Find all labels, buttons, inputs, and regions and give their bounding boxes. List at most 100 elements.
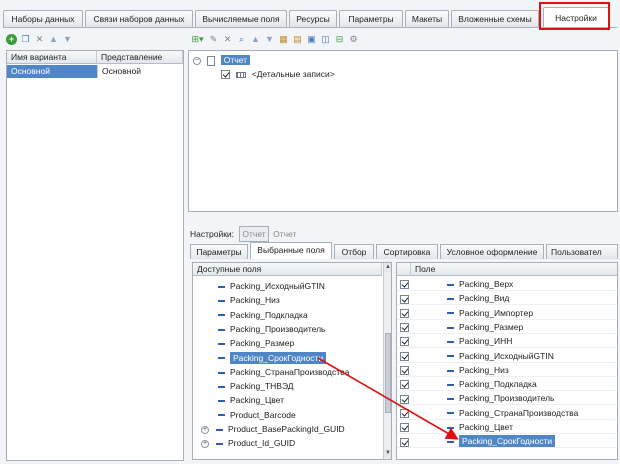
- column-header-presentation[interactable]: Представление: [97, 51, 183, 64]
- selected-field-item[interactable]: Packing_ИсходныйGTIN: [397, 349, 617, 363]
- scroll-up-icon[interactable]: ▲: [384, 263, 391, 272]
- move-up-icon[interactable]: ▲: [250, 34, 261, 45]
- expand-icon[interactable]: +: [201, 440, 209, 449]
- tree-node-detail-records[interactable]: <Детальные записи>: [221, 67, 335, 81]
- available-field-item[interactable]: Packing_СтранаПроизводства: [193, 365, 382, 379]
- field-icon: [218, 357, 225, 360]
- available-field-item[interactable]: Packing_Размер: [193, 336, 382, 350]
- find-icon[interactable]: ⌕: [236, 34, 247, 45]
- checkbox-icon[interactable]: [399, 408, 409, 418]
- selected-fields-check-header: [397, 263, 411, 276]
- tab-selected-fields[interactable]: Выбранные поля: [250, 242, 332, 259]
- selected-field-item[interactable]: Packing_Подкладка: [397, 377, 617, 392]
- checkbox-icon[interactable]: [399, 294, 409, 304]
- scroll-thumb[interactable]: [385, 333, 391, 413]
- tab-filter[interactable]: Отбор: [334, 244, 374, 259]
- selected-field-item[interactable]: Packing_Импортер: [397, 306, 617, 320]
- tab-resources[interactable]: Ресурсы: [289, 10, 337, 27]
- settings-value-report-link[interactable]: Отчет: [273, 229, 296, 239]
- checkbox-icon[interactable]: [399, 337, 409, 347]
- available-field-item[interactable]: Packing_Низ: [193, 293, 382, 307]
- field-icon: [447, 298, 454, 301]
- field-icon: [447, 340, 454, 343]
- tree-node-detail-label: <Детальные записи>: [251, 69, 335, 79]
- report-icon[interactable]: ◫: [320, 34, 331, 45]
- settings-label: Настройки:: [190, 229, 235, 239]
- available-fields-header[interactable]: Доступные поля: [193, 263, 382, 276]
- collapse-icon[interactable]: −: [193, 56, 201, 65]
- selected-field-item[interactable]: Packing_Размер: [397, 320, 617, 334]
- selected-field-label: Packing_Вид: [459, 293, 510, 304]
- top-tab-bar: Наборы данных Связи наборов данных Вычис…: [3, 4, 617, 28]
- selected-field-item[interactable]: Packing_Производитель: [397, 391, 617, 406]
- add-grouping-icon[interactable]: ⊞▾: [190, 34, 205, 45]
- delete-icon[interactable]: ✕: [34, 34, 45, 45]
- tab-layouts[interactable]: Макеты: [405, 10, 449, 27]
- selected-field-checkbox-cell: [397, 391, 411, 405]
- selected-field-item[interactable]: Packing_Вид: [397, 291, 617, 306]
- available-field-item[interactable]: Packing_Подкладка: [193, 308, 382, 322]
- available-field-label: Packing_ИсходныйGTIN: [230, 281, 325, 291]
- selected-field-item[interactable]: Packing_Верх: [397, 277, 617, 291]
- variant-name-cell[interactable]: Основной: [7, 65, 97, 78]
- checkbox-icon[interactable]: [221, 70, 230, 80]
- available-fields-scrollbar[interactable]: ▲ ▼: [383, 263, 391, 459]
- tab-parameters[interactable]: Параметры: [339, 10, 403, 27]
- available-field-item[interactable]: + Product_Id_GUID: [193, 436, 382, 450]
- selected-field-label: Packing_Верх: [459, 279, 514, 289]
- tab-conditional-formatting[interactable]: Условное оформление: [440, 244, 544, 259]
- checkbox-icon[interactable]: [399, 280, 409, 290]
- columns-icon[interactable]: ⊟: [334, 34, 345, 45]
- tab-calculated-fields[interactable]: Вычисляемые поля: [195, 10, 287, 27]
- move-up-icon[interactable]: ▲: [48, 34, 59, 45]
- settings-view-icon[interactable]: ⚙: [348, 34, 359, 45]
- checkbox-icon[interactable]: [399, 437, 409, 447]
- checkbox-icon[interactable]: [399, 323, 409, 333]
- properties-icon[interactable]: ▣: [306, 34, 317, 45]
- available-field-item[interactable]: Packing_ТНВЭД: [193, 379, 382, 393]
- checkbox-icon[interactable]: [399, 351, 409, 361]
- tab-datasets[interactable]: Наборы данных: [3, 10, 83, 27]
- add-icon[interactable]: +: [6, 33, 17, 45]
- tree-node-report[interactable]: − Отчет: [193, 53, 251, 67]
- edit-icon[interactable]: ✎: [208, 34, 219, 45]
- tab-dataset-links[interactable]: Связи наборов данных: [85, 10, 193, 27]
- move-down-icon[interactable]: ▼: [264, 34, 275, 45]
- available-field-item[interactable]: Packing_ИсходныйGTIN: [193, 279, 382, 293]
- checkbox-icon[interactable]: [399, 423, 409, 433]
- field-icon: [218, 400, 225, 403]
- tab-nested-schemas[interactable]: Вложенные схемы: [451, 10, 539, 27]
- settings-value-report[interactable]: Отчет: [239, 226, 269, 242]
- selected-field-item[interactable]: Packing_СтранаПроизводства: [397, 406, 617, 420]
- delete-icon[interactable]: ✕: [222, 34, 233, 45]
- column-header-variant-name[interactable]: Имя варианта: [7, 51, 97, 64]
- selected-field-item[interactable]: Packing_Цвет: [397, 420, 617, 434]
- tab-parameters-inner[interactable]: Параметры: [190, 244, 248, 259]
- available-field-item[interactable]: Packing_СрокГодности: [193, 351, 382, 365]
- available-field-item[interactable]: Packing_Цвет: [193, 393, 382, 407]
- available-field-label: Packing_ТНВЭД: [230, 381, 294, 392]
- available-field-item[interactable]: Packing_Производитель: [193, 322, 382, 336]
- selected-field-item[interactable]: Packing_ИНН: [397, 334, 617, 349]
- move-down-icon[interactable]: ▼: [62, 34, 73, 45]
- checkbox-icon[interactable]: [399, 394, 409, 404]
- tab-user-settings[interactable]: Пользовател: [546, 244, 618, 259]
- selected-field-checkbox-cell: [397, 306, 411, 320]
- available-field-item[interactable]: + Product_BasePackingId_GUID: [193, 422, 382, 436]
- checkbox-icon[interactable]: [399, 380, 409, 390]
- field-icon: [447, 312, 454, 315]
- scroll-down-icon[interactable]: ▼: [384, 449, 391, 458]
- variant-presentation-cell[interactable]: Основной: [97, 65, 183, 78]
- tab-sorting[interactable]: Сортировка: [376, 244, 438, 259]
- ungroup-icon[interactable]: ▤: [292, 34, 303, 45]
- selected-fields-header[interactable]: Поле: [411, 263, 617, 276]
- available-field-item[interactable]: Product_Barcode: [193, 408, 382, 422]
- expand-icon[interactable]: +: [201, 425, 209, 434]
- copy-icon[interactable]: ❐: [20, 34, 31, 45]
- available-field-label: Product_BasePackingId_GUID: [228, 424, 345, 434]
- checkbox-icon[interactable]: [399, 366, 409, 376]
- selected-field-item[interactable]: Packing_СрокГодности: [397, 434, 617, 449]
- group-icon[interactable]: ▦: [278, 34, 289, 45]
- selected-field-item[interactable]: Packing_Низ: [397, 363, 617, 377]
- checkbox-icon[interactable]: [399, 308, 409, 318]
